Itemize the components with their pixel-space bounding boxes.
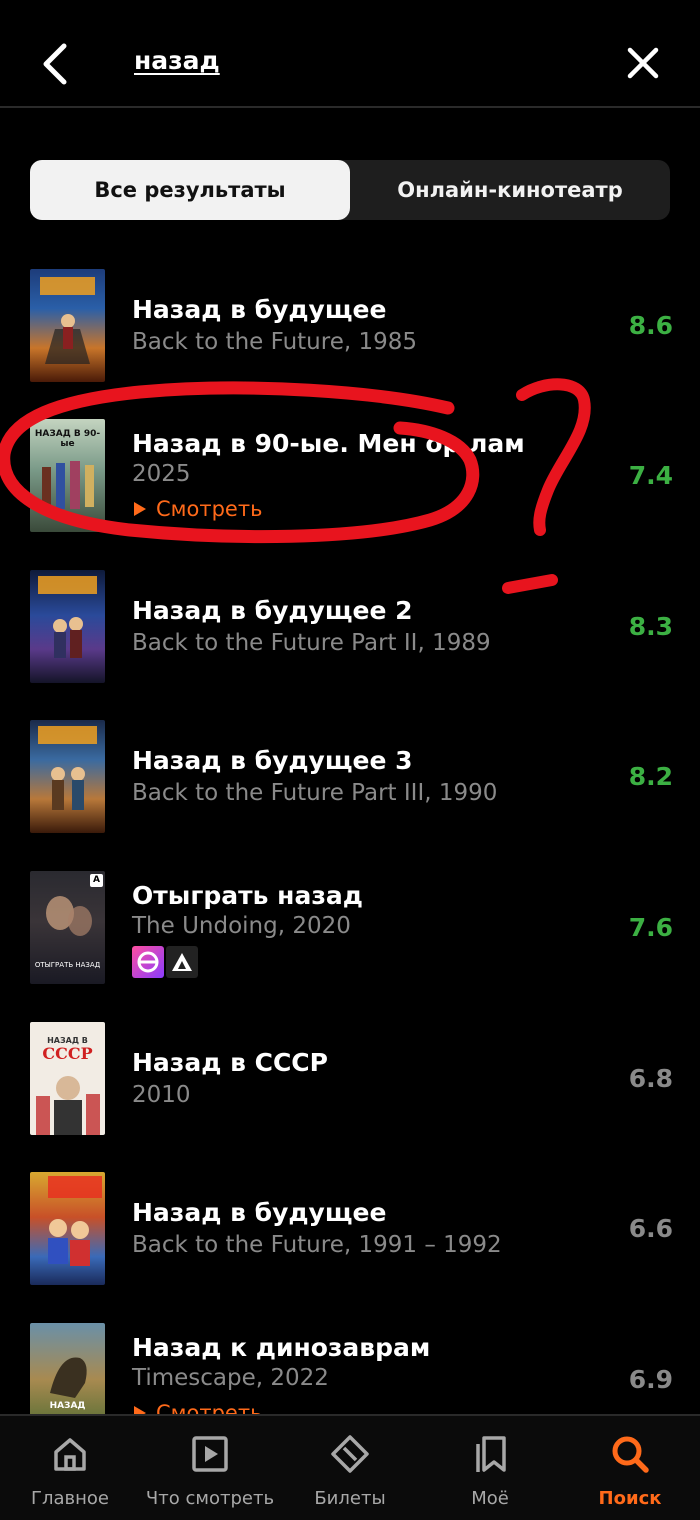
movie-poster: НАЗАД В СССР [30,1022,105,1135]
list-item[interactable]: Назад в будущее 2 Back to the Future Par… [0,570,700,700]
movie-poster: ОТЫГРАТЬ НАЗАД A [30,871,105,984]
result-subtitle: 2025 [132,461,191,487]
watch-button[interactable]: Смотреть [134,497,262,521]
plus-icon [132,946,164,978]
play-icon [192,1436,228,1472]
nav-item-search[interactable]: Поиск [580,1416,680,1520]
rating: 6.6 [628,1214,673,1243]
amediateka-icon [166,946,198,978]
result-title: Назад в 90-ые. Мен ор лам [132,429,525,458]
nav-label: Что смотреть [145,1488,275,1509]
result-title: Назад в будущее 3 [132,746,413,775]
result-title: Назад в будущее [132,295,387,324]
poster-title: НАЗАД [49,1401,86,1411]
tab-online-cinema[interactable]: Онлайн-кинотеатр [350,160,670,220]
search-results-screen: назад Все результаты Онлайн-кинотеатр На… [0,0,700,1520]
nav-label: Главное [31,1488,109,1509]
list-item[interactable]: НАЗАД В 90-ые Назад в 90-ые. Мен ор лам … [0,419,700,549]
subscription-badges [132,946,198,978]
rating: 6.9 [628,1365,673,1394]
nav-item-tickets[interactable]: Билеты [300,1416,400,1520]
nav-label: Поиск [598,1488,662,1509]
result-subtitle: The Undoing, 2020 [132,913,351,939]
result-subtitle: Back to the Future Part II, 1989 [132,630,491,656]
result-title: Отыграть назад [132,881,363,910]
rating: 7.6 [628,913,673,942]
movie-poster: НАЗАД В 90-ые [30,419,105,532]
movie-poster [30,570,105,683]
result-subtitle: Back to the Future, 1991 – 1992 [132,1232,502,1258]
bookmarks-icon [476,1436,506,1472]
rating: 7.4 [628,461,673,490]
movie-poster [30,1172,105,1285]
list-item[interactable]: Назад в будущее 3 Back to the Future Par… [0,720,700,850]
list-item[interactable]: НАЗАД В СССР Назад в СССР 2010 6.8 [0,1022,700,1152]
result-title: Назад в будущее 2 [132,596,413,625]
list-item[interactable]: Назад в будущее Back to the Future, 1985… [0,269,700,399]
result-title: Назад в будущее [132,1198,387,1227]
result-subtitle: Back to the Future Part III, 1990 [132,780,498,806]
rating: 6.8 [628,1064,673,1093]
poster-title: ОТЫГРАТЬ НАЗАД [34,961,101,969]
result-subtitle: Timescape, 2022 [132,1365,329,1391]
result-subtitle: 2010 [132,1082,191,1108]
list-item[interactable]: ОТЫГРАТЬ НАЗАД A Отыграть назад The Undo… [0,871,700,1001]
rating: 8.6 [628,311,673,340]
nav-item-mine[interactable]: Моё [440,1416,540,1520]
tab-all-results[interactable]: Все результаты [30,160,350,220]
home-icon [54,1438,86,1471]
result-title: Назад в СССР [132,1048,328,1077]
watch-label: Смотреть [156,497,263,521]
ticket-icon [331,1435,369,1473]
search-icon [612,1436,649,1473]
result-subtitle: Back to the Future, 1985 [132,329,418,355]
result-title: Назад к динозаврам [132,1333,431,1362]
search-header: назад [0,0,700,108]
bottom-navigation: Главное Что смотреть Билеты Моё Поиск [0,1414,700,1520]
results-filter-tabs: Все результаты Онлайн-кинотеатр [30,160,670,220]
nav-label: Моё [471,1488,509,1509]
nav-item-what-to-watch[interactable]: Что смотреть [138,1416,282,1520]
play-icon [134,502,146,516]
search-query[interactable]: назад [134,46,220,75]
close-icon[interactable] [626,46,660,80]
poster-badge: A [90,874,103,887]
nav-label: Билеты [314,1488,386,1509]
list-item[interactable]: Назад в будущее Back to the Future, 1991… [0,1172,700,1302]
rating: 8.2 [628,762,673,791]
back-arrow-icon[interactable] [36,40,76,88]
movie-poster [30,720,105,833]
rating: 8.3 [628,612,673,641]
movie-poster [30,269,105,382]
nav-item-home[interactable]: Главное [20,1416,120,1520]
